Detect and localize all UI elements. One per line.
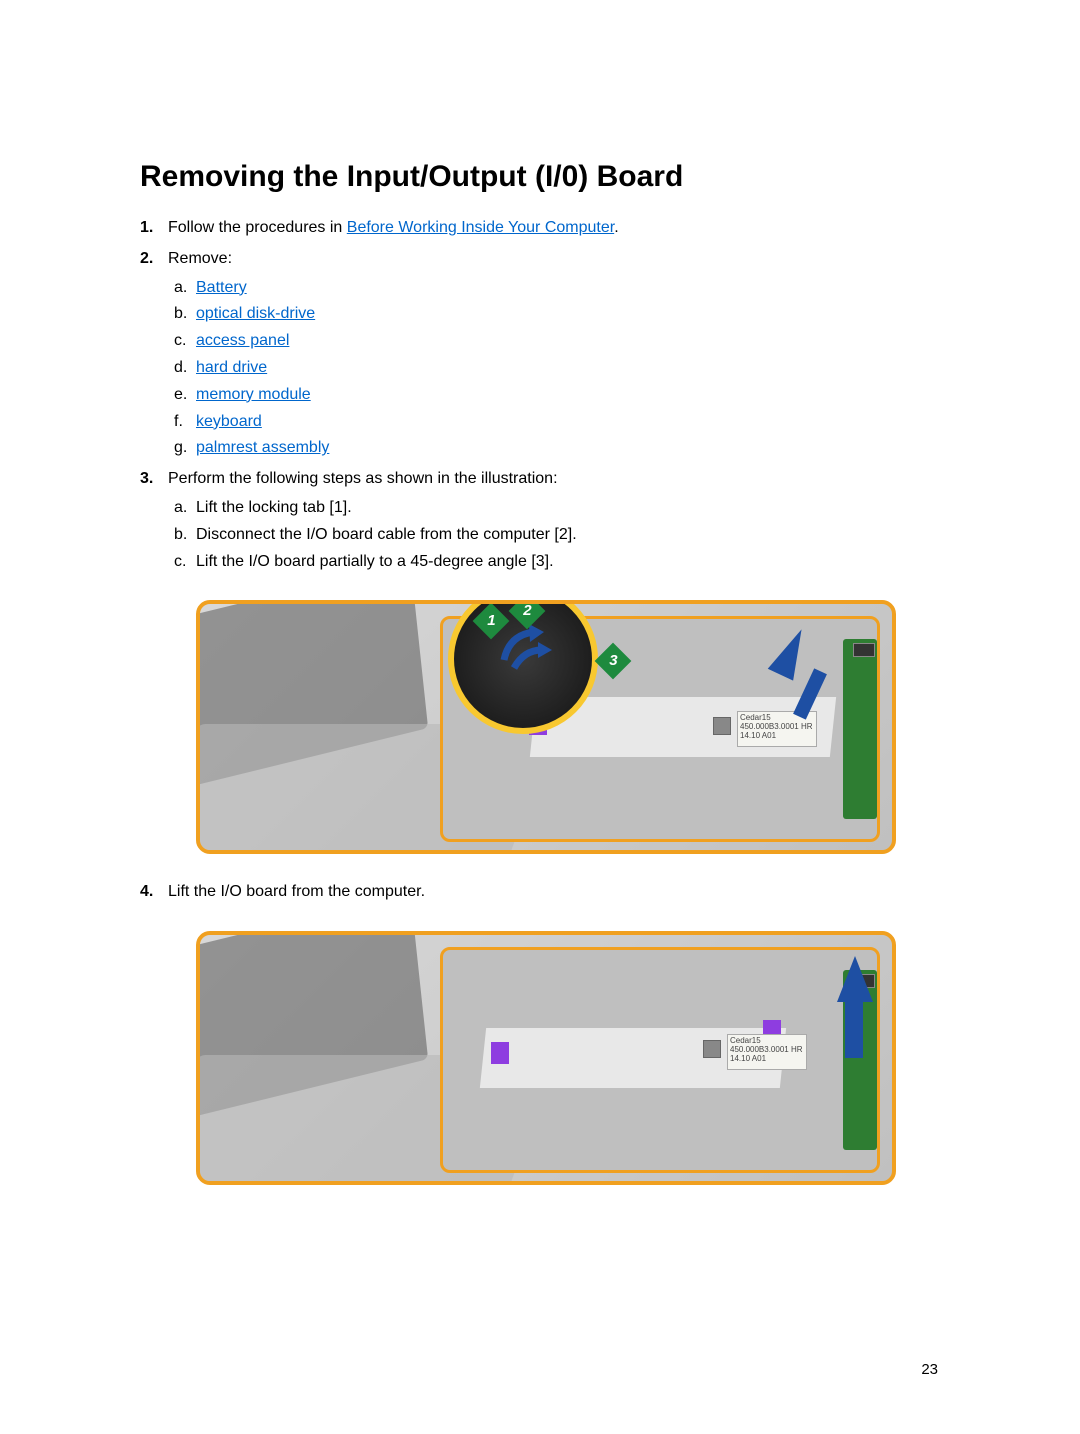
step-2d: hard drive (196, 356, 940, 381)
step-3c: Lift the I/O board partially to a 45-deg… (196, 550, 940, 575)
page-number: 23 (921, 1361, 938, 1378)
illustration-2-frame: Cedar15 450.000B3.0001 HR 14.10 A01 (196, 931, 896, 1185)
manual-page: Removing the Input/Output (I/0) Board Fo… (0, 0, 1080, 1271)
illustration-1-frame: Cedar15 450.000B3.0001 HR 14.10 A01 (196, 600, 896, 854)
arrow-3-head (768, 624, 815, 681)
chip-icon (713, 717, 731, 735)
illustration-2: Cedar15 450.000B3.0001 HR 14.10 A01 (196, 931, 940, 1185)
link-memory-module[interactable]: memory module (196, 386, 311, 403)
arrow-lift-head (837, 956, 873, 1002)
locking-tab-marker-2a (491, 1042, 509, 1064)
step-2: Remove: Battery optical disk-drive acces… (168, 247, 940, 461)
link-battery[interactable]: Battery (196, 279, 247, 296)
step-1-suffix: . (614, 219, 618, 236)
step-3-sublist: Lift the locking tab [1]. Disconnect the… (168, 496, 940, 574)
step-2b: optical disk-drive (196, 302, 940, 327)
link-palmrest-assembly[interactable]: palmrest assembly (196, 439, 329, 456)
io-board-shape (843, 639, 877, 819)
step-2e: memory module (196, 383, 940, 408)
step-2f: keyboard (196, 410, 940, 435)
step-3a: Lift the locking tab [1]. (196, 496, 940, 521)
step-3b: Disconnect the I/O board cable from the … (196, 523, 940, 548)
step-list: Follow the procedures in Before Working … (140, 216, 940, 1185)
step-2-sublist: Battery optical disk-drive access panel … (168, 276, 940, 462)
link-optical-disk-drive[interactable]: optical disk-drive (196, 305, 315, 322)
badge-3-text: 3 (609, 650, 617, 673)
link-keyboard[interactable]: keyboard (196, 413, 262, 430)
callout-arrows (494, 620, 554, 680)
link-hard-drive[interactable]: hard drive (196, 359, 267, 376)
step-2g: palmrest assembly (196, 436, 940, 461)
board-label-2: Cedar15 450.000B3.0001 HR 14.10 A01 (727, 1034, 807, 1070)
badge-1-text: 1 (487, 610, 495, 633)
page-title: Removing the Input/Output (I/0) Board (140, 160, 940, 194)
step-2c: access panel (196, 329, 940, 354)
usb-port-icon (853, 643, 875, 657)
link-access-panel[interactable]: access panel (196, 332, 289, 349)
step-2-text: Remove: (168, 250, 232, 267)
step-4: Lift the I/O board from the computer. Ce… (168, 880, 940, 1185)
step-2a: Battery (196, 276, 940, 301)
badge-2-text: 2 (523, 600, 531, 623)
step-1-prefix: Follow the procedures in (168, 219, 347, 236)
illustration-1: Cedar15 450.000B3.0001 HR 14.10 A01 (196, 600, 940, 854)
chip-icon-2 (703, 1040, 721, 1058)
step-1: Follow the procedures in Before Working … (168, 216, 940, 241)
step-3: Perform the following steps as shown in … (168, 467, 940, 854)
link-before-working[interactable]: Before Working Inside Your Computer (347, 219, 614, 236)
step-4-text: Lift the I/O board from the computer. (168, 883, 425, 900)
step-3-text: Perform the following steps as shown in … (168, 470, 558, 487)
detail-panel-2: Cedar15 450.000B3.0001 HR 14.10 A01 (440, 947, 880, 1173)
arrow-lift-stem (845, 998, 863, 1058)
